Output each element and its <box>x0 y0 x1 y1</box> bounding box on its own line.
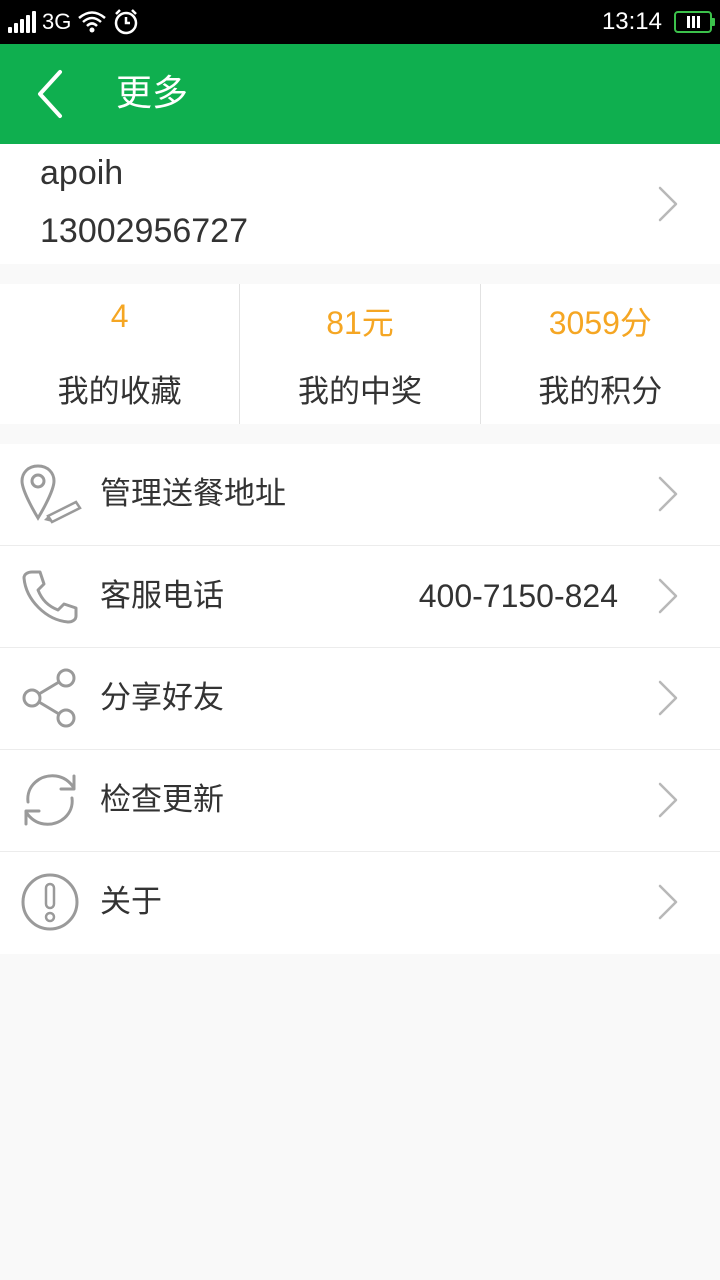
profile-phone: 13002956727 <box>40 212 249 250</box>
stat-prizes[interactable]: 81元 我的中奖 <box>239 284 479 424</box>
menu-list: 管理送餐地址 客服电话 400-7150-824 分享好友 检查更新 关于 <box>0 444 720 954</box>
chevron-right-icon <box>658 476 678 512</box>
menu-label: 检查更新 <box>100 782 224 818</box>
stat-label: 我的中奖 <box>297 374 422 410</box>
status-left: 3G <box>8 8 139 36</box>
wifi-icon <box>78 11 107 33</box>
menu-label: 管理送餐地址 <box>100 476 286 512</box>
back-button[interactable] <box>24 64 84 124</box>
service-phone-number: 400-7150-824 <box>418 578 618 614</box>
stat-points[interactable]: 3059分 我的积分 <box>479 284 720 424</box>
menu-item-share[interactable]: 分享好友 <box>0 648 720 750</box>
profile-username: apoih <box>40 154 124 192</box>
menu-label: 客服电话 <box>100 578 224 614</box>
status-right: 13:14 <box>601 6 715 38</box>
battery-icon <box>674 11 715 33</box>
menu-item-check-update[interactable]: 检查更新 <box>0 750 720 852</box>
menu-item-about[interactable]: 关于 <box>0 852 720 954</box>
stat-value: 3059分 <box>548 305 652 341</box>
stat-favorites[interactable]: 4 我的收藏 <box>0 284 239 424</box>
info-icon <box>21 873 79 931</box>
share-icon <box>22 668 76 728</box>
location-pin-icon <box>20 464 82 524</box>
stats-row: 4 我的收藏 81元 我的中奖 3059分 我的积分 <box>0 284 720 424</box>
chevron-right-icon <box>658 884 678 920</box>
chevron-left-icon <box>38 70 62 118</box>
app-header: 更多 <box>0 44 720 144</box>
stat-value: 81元 <box>326 305 394 341</box>
status-bar: 3G 13:14 <box>0 0 720 44</box>
menu-item-customer-service[interactable]: 客服电话 400-7150-824 <box>0 546 720 648</box>
chevron-right-icon <box>658 186 678 222</box>
status-time: 13:14 <box>601 8 662 35</box>
refresh-icon <box>24 774 76 826</box>
stat-value: 4 <box>110 298 129 334</box>
chevron-right-icon <box>658 782 678 818</box>
network-type: 3G <box>42 9 72 34</box>
menu-label: 关于 <box>100 884 162 920</box>
alarm-clock-icon <box>115 9 138 35</box>
stat-label: 我的积分 <box>538 374 663 410</box>
chevron-right-icon <box>658 680 678 716</box>
signal-icon <box>8 11 36 33</box>
profile-card[interactable]: apoih 13002956727 <box>0 144 720 264</box>
chevron-right-icon <box>658 578 678 614</box>
phone-icon <box>22 570 78 624</box>
page-title: 更多 <box>116 73 189 114</box>
menu-item-delivery-address[interactable]: 管理送餐地址 <box>0 444 720 546</box>
stat-label: 我的收藏 <box>57 374 182 410</box>
menu-label: 分享好友 <box>100 680 224 716</box>
